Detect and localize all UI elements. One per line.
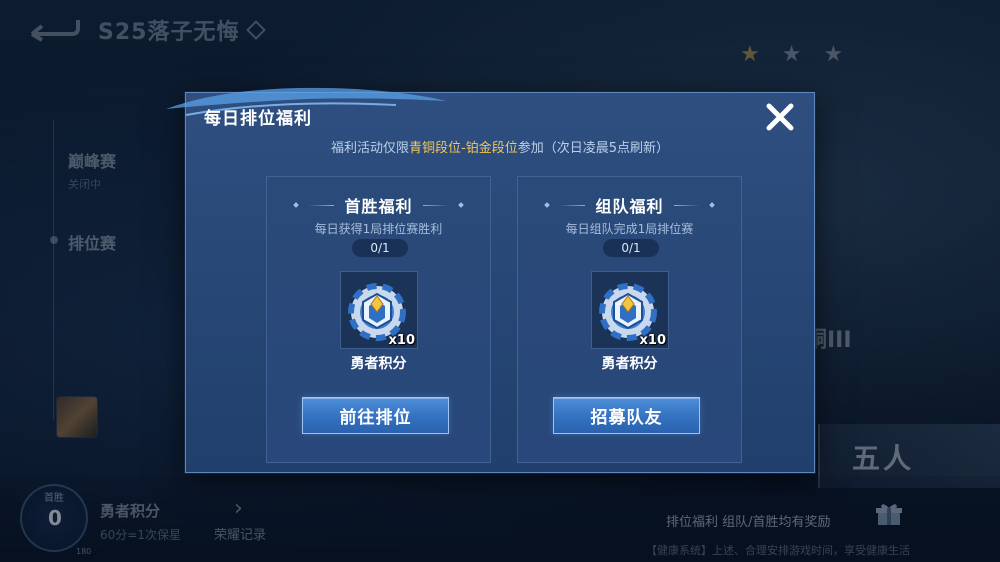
reward-name: 勇者积分 [350,356,407,372]
card-title-row: 首胜福利 [267,193,490,217]
diamond-decoration [293,202,300,208]
reward-item[interactable]: x10 [591,271,669,349]
daily-ranked-benefit-dialog: 每日排位福利 福利活动仅限青铜段位-铂金段位参加（次日凌晨5点刷新） 首胜福利 … [166,87,815,473]
recruit-teammates-button[interactable]: 招募队友 [553,397,700,434]
notice-prefix: 福利活动仅限 [331,141,410,156]
title-line-decoration [422,204,449,206]
go-to-ranked-button[interactable]: 前往排位 [302,397,449,434]
close-icon [766,103,794,131]
card-description: 每日组队完成1局排位赛 [565,222,694,236]
team-benefit-card: 组队福利 每日组队完成1局排位赛 0/1 x10 勇者积分 招募队友 [517,176,742,463]
card-description: 每日获得1局排位赛胜利 [314,222,443,236]
title-line-decoration [559,204,586,206]
reward-item[interactable]: x10 [340,271,418,349]
card-title: 首胜福利 [344,197,413,216]
first-win-benefit-card: 首胜福利 每日获得1局排位赛胜利 0/1 x10 勇者积分 前往排位 [266,176,491,463]
card-title-row: 组队福利 [518,193,741,217]
eligibility-notice: 福利活动仅限青铜段位-铂金段位参加（次日凌晨5点刷新） [186,137,814,156]
reward-count: x10 [388,333,415,348]
reward-name: 勇者积分 [601,356,658,372]
card-title: 组队福利 [595,197,664,216]
diamond-decoration [457,202,464,208]
diamond-decoration [544,202,551,208]
reward-count: x10 [639,333,666,348]
close-button[interactable] [763,100,797,134]
dialog-title: 每日排位福利 [204,109,312,129]
diamond-decoration [708,202,715,208]
progress-indicator: 0/1 [603,239,659,257]
notice-suffix: 参加（次日凌晨5点刷新） [517,141,669,156]
notice-rank-range: 青铜段位-铂金段位 [409,141,518,156]
title-line-decoration [673,204,700,206]
title-line-decoration [308,204,335,206]
progress-indicator: 0/1 [352,239,408,257]
